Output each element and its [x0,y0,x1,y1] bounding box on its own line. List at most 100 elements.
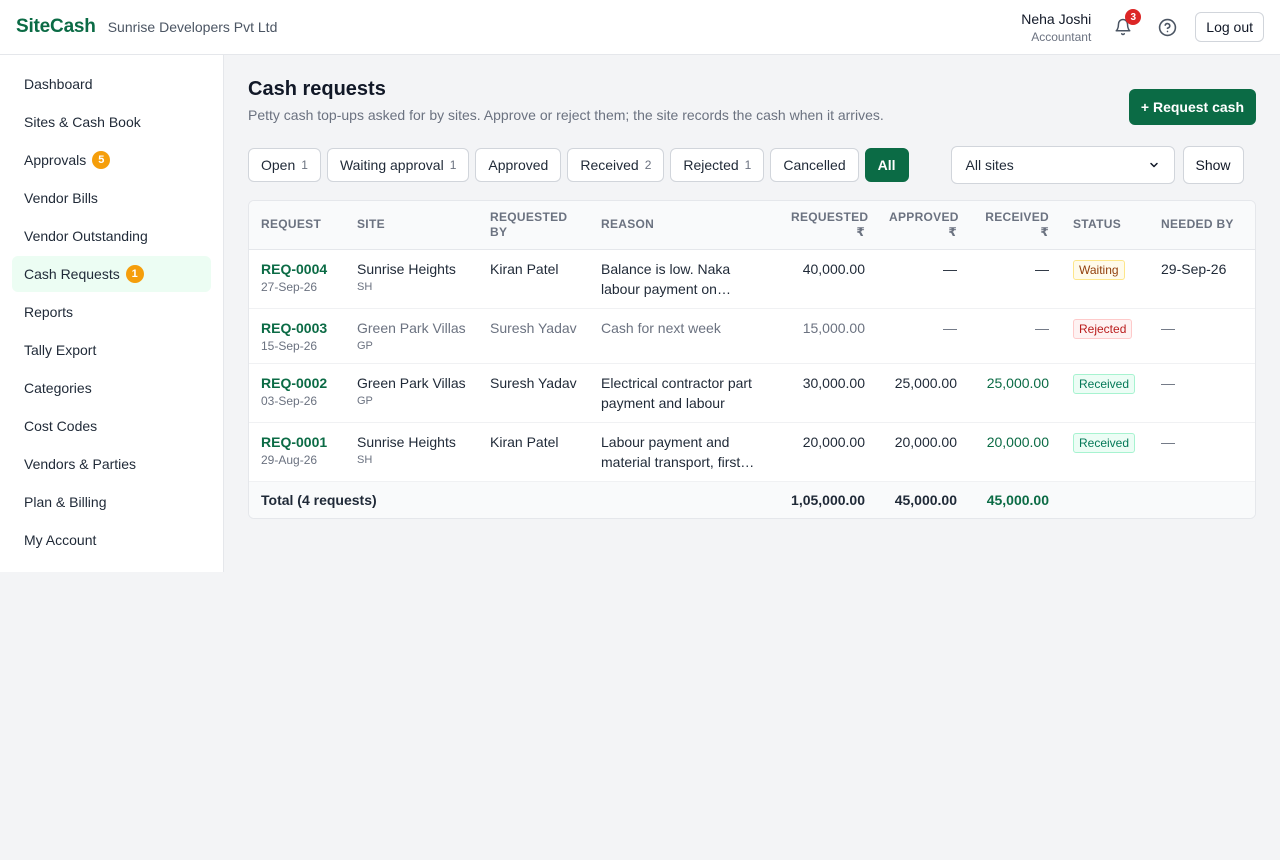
requested-by: Kiran Patel [478,249,589,309]
request-id-link[interactable]: REQ-0001 [261,432,333,452]
user-info: Neha Joshi Accountant [1021,11,1091,44]
request-id-link[interactable]: REQ-0003 [261,318,333,338]
site-select-dropdown[interactable]: All sites [950,146,1175,184]
filter-chip-waiting-approval[interactable]: Waiting approval 1 [326,148,470,182]
filter-chip-open[interactable]: Open 1 [248,148,321,182]
sidebar-item-dashboard[interactable]: Dashboard [12,66,211,102]
requested-amount: 20,000.00 [779,422,877,482]
chip-count: 1 [301,158,308,172]
sidebar: Dashboard Sites & Cash Book Approvals 5 V… [0,55,224,572]
sidebar-item-approvals[interactable]: Approvals 5 [12,142,211,178]
brand-logo[interactable]: SiteCash [16,16,96,38]
total-received: 45,000.00 [969,481,1061,518]
table-header-row: Request Site Requested by Reason Request… [249,201,1255,250]
show-button[interactable]: Show [1182,146,1244,184]
page-subtitle: Petty cash top-ups asked for by sites. A… [248,107,884,123]
chip-count: 1 [449,158,457,172]
column-header-needed-by: Needed by [1149,201,1255,250]
requested-by: Kiran Patel [478,422,589,482]
total-requested: 1,05,000.00 [779,481,877,518]
sidebar-item-categories[interactable]: Categories [12,370,211,406]
sidebar-item-label: Vendor Outstanding [24,228,148,244]
request-cash-button[interactable]: + Request cash [1128,89,1256,125]
sidebar-item-label: Approvals [24,152,87,168]
request-date: 03-Sep-26 [261,393,318,408]
approved-amount: 20,000.00 [877,422,969,482]
sidebar-item-my-account[interactable]: My Account [12,522,211,558]
column-header-request: Request [249,201,345,250]
total-label: Total (4 requests) [249,481,779,518]
column-header-requested-by: Requested by [478,201,589,250]
request-id-link[interactable]: REQ-0002 [261,373,333,393]
sidebar-item-vendor-bills[interactable]: Vendor Bills [12,180,211,216]
table-total-row: Total (4 requests) 1,05,000.00 45,000.00… [249,481,1255,518]
received-amount: — [969,249,1061,309]
table-row[interactable]: REQ-0001 29-Aug-26 Sunrise Heights SH Kira… [249,422,1255,482]
requested-by: Suresh Yadav [478,308,589,364]
filter-chip-approved[interactable]: Approved [475,148,562,182]
sidebar-item-reports[interactable]: Reports [12,294,211,330]
needed-by-date: — [1149,308,1255,364]
column-header-requested: Requested ₹ [779,201,877,250]
sidebar-item-sites-cash-book[interactable]: Sites & Cash Book [12,104,211,140]
needed-by-date: 29-Sep-26 [1149,249,1255,309]
help-button[interactable] [1155,15,1179,39]
notification-count-badge: 3 [1125,9,1142,25]
logout-button[interactable]: Log out [1195,12,1264,42]
user-name: Neha Joshi [1021,10,1092,27]
site-name: Sunrise Heights [357,260,456,277]
status-badge: Received [1073,373,1136,394]
help-circle-icon [1158,18,1176,36]
approved-amount: — [877,249,969,309]
sidebar-item-tally-export[interactable]: Tally Export [12,332,211,368]
column-header-site: Site [345,201,478,250]
column-header-status: Status [1061,201,1149,250]
chip-count: 2 [644,158,652,172]
request-date: 27-Sep-26 [261,279,318,294]
request-reason: Cash for next week [601,319,721,336]
status-badge: Rejected [1073,318,1133,339]
page-title: Cash requests [248,78,386,100]
request-date: 15-Sep-26 [261,338,318,353]
column-header-received: Received ₹ [969,201,1061,250]
sidebar-item-label: Categories [24,380,92,396]
sidebar-item-vendors-parties[interactable]: Vendors & Parties [12,446,211,482]
chip-label: All [877,157,896,173]
site-code: SH [357,280,373,293]
sidebar-item-cash-requests[interactable]: Cash Requests 1 [12,256,211,292]
approved-amount: — [877,308,969,364]
company-name: Sunrise Developers Pvt Ltd [107,19,278,35]
site-name: Sunrise Heights [357,433,456,450]
sidebar-item-label: Cost Codes [24,418,98,434]
table-row[interactable]: REQ-0004 27-Sep-26 Sunrise Heights SH Kira… [249,249,1255,309]
sidebar-item-label: Sites & Cash Book [24,114,141,130]
sidebar-item-cost-codes[interactable]: Cost Codes [12,408,211,444]
chip-label: Cancelled [783,157,846,173]
table-row[interactable]: REQ-0002 03-Sep-26 Green Park Villas GP Su… [249,363,1255,423]
site-name: Green Park Villas [357,374,466,391]
total-empty-cell [1061,481,1149,518]
site-code: SH [357,453,373,466]
column-header-reason: Reason [589,201,779,250]
sidebar-item-plan-billing[interactable]: Plan & Billing [12,484,211,520]
sidebar-item-label: Dashboard [24,76,93,92]
filter-chip-cancelled[interactable]: Cancelled [770,148,859,182]
table-row[interactable]: REQ-0003 15-Sep-26 Green Park Villas GP Su… [249,308,1255,364]
chevron-down-icon [1149,162,1158,168]
notifications-button[interactable]: 3 [1111,9,1142,39]
filter-chip-received[interactable]: Received 2 [567,148,665,182]
status-filter-bar: Open 1 Waiting approval 1 Approved Receive… [248,146,1256,184]
filter-chip-rejected[interactable]: Rejected 1 [670,148,765,182]
filter-chip-all[interactable]: All [864,148,909,182]
requested-by: Suresh Yadav [478,363,589,423]
chip-count: 1 [744,158,752,172]
request-id-link[interactable]: REQ-0004 [261,259,333,279]
site-name: Green Park Villas [357,319,466,336]
needed-by-date: — [1149,363,1255,423]
cash-requests-count-badge: 1 [125,265,144,283]
total-approved: 45,000.00 [877,481,969,518]
sidebar-item-label: Vendors & Parties [24,456,137,472]
sidebar-item-label: Reports [24,304,74,320]
sidebar-item-vendor-outstanding[interactable]: Vendor Outstanding [12,218,211,254]
sidebar-item-label: Plan & Billing [24,494,107,510]
